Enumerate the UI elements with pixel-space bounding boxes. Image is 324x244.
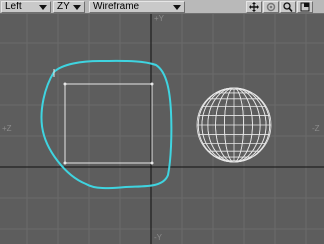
viewport-toolbar: Left ZY Wireframe: [0, 0, 324, 14]
axis-mode-label: ZY: [57, 1, 70, 12]
zoom-view-button[interactable]: [280, 1, 296, 13]
shading-mode-dropdown[interactable]: Wireframe: [89, 1, 185, 13]
axis-label-right: -Z: [312, 124, 320, 133]
axis-label-left: +Z: [2, 124, 12, 133]
maximize-view-button[interactable]: [297, 1, 313, 13]
sphere-wireframe[interactable]: [196, 87, 272, 163]
maximize-view-icon: [300, 2, 310, 12]
rotate-view-button[interactable]: [263, 1, 279, 13]
move-view-icon: [249, 2, 259, 12]
chevron-down-icon: [173, 5, 181, 10]
chevron-down-icon: [39, 5, 47, 10]
view-type-dropdown[interactable]: Left: [1, 1, 51, 13]
viewport-canvas[interactable]: [0, 14, 324, 244]
zoom-view-icon: [283, 2, 293, 12]
axis-label-bottom: -Y: [154, 233, 162, 242]
axis-label-top: +Y: [154, 14, 165, 23]
left-viewport[interactable]: +Y -Y +Z -Z Left ZY Wireframe: [0, 0, 324, 244]
shading-mode-label: Wireframe: [93, 1, 140, 12]
chevron-down-icon: [73, 5, 81, 10]
move-view-button[interactable]: [246, 1, 262, 13]
axis-mode-dropdown[interactable]: ZY: [53, 1, 85, 13]
view-type-label: Left: [5, 1, 22, 12]
rotate-view-icon: [266, 2, 276, 12]
